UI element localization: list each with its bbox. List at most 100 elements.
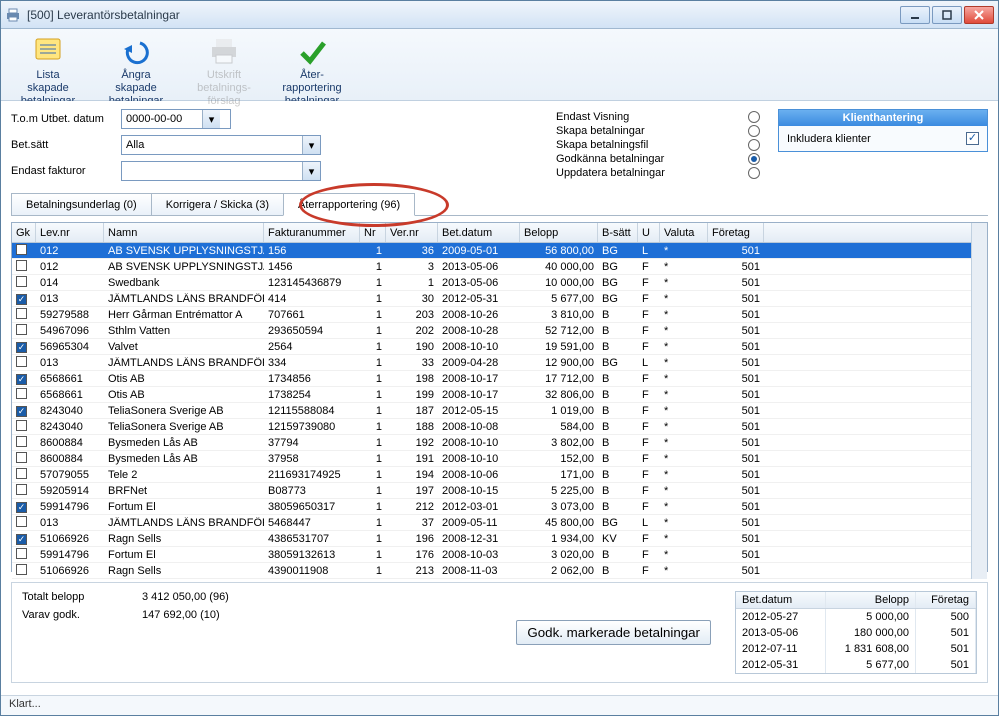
close-button[interactable] xyxy=(964,6,994,24)
filters: T.o.m Utbet. datum ▾ Bet.sätt Alla ▾ End… xyxy=(11,109,544,181)
row-checkbox[interactable] xyxy=(16,452,27,463)
row-checkbox[interactable] xyxy=(16,388,27,399)
paymethod-dropdown[interactable]: Alla ▾ xyxy=(121,135,321,155)
table-row[interactable]: 013JÄMTLANDS LÄNS BRANDFÖR4141302012-05-… xyxy=(12,291,971,307)
tab-aterrapportering[interactable]: Återrapportering (96) xyxy=(283,193,415,216)
mode-createfile-radio[interactable] xyxy=(748,139,760,151)
table-row[interactable]: 54967096Sthlm Vatten29365059412022008-10… xyxy=(12,323,971,339)
check-icon xyxy=(296,35,328,67)
row-checkbox[interactable] xyxy=(16,502,27,513)
report-payments-button[interactable]: Åter- rapportering betalningar xyxy=(277,35,347,108)
row-checkbox[interactable] xyxy=(16,516,27,527)
tab-underlag[interactable]: Betalningsunderlag (0) xyxy=(11,193,152,215)
row-checkbox[interactable] xyxy=(16,374,27,385)
approve-selected-button[interactable]: Godk. markerade betalningar xyxy=(516,620,711,645)
table-row[interactable]: 6568661Otis AB173825411992008-10-1732 80… xyxy=(12,387,971,403)
summary-row[interactable]: 2013-05-06180 000,00501 xyxy=(736,625,976,641)
grid-header[interactable]: Gk Lev.nr Namn Fakturanummer Nr Ver.nr B… xyxy=(12,223,971,243)
row-checkbox[interactable] xyxy=(16,564,27,575)
col-foretag[interactable]: Företag xyxy=(708,223,764,242)
cell-bsatt: B xyxy=(598,549,638,561)
titlebar[interactable]: [500] Leverantörsbetalningar xyxy=(1,1,998,29)
table-row[interactable]: 57079055Tele 221169317492511942008-10-06… xyxy=(12,467,971,483)
col-bsatt[interactable]: B-sätt xyxy=(598,223,638,242)
table-row[interactable]: 013JÄMTLANDS LÄNS BRANDFÖR54684471372009… xyxy=(12,515,971,531)
row-checkbox[interactable] xyxy=(16,548,27,559)
row-checkbox[interactable] xyxy=(16,294,27,305)
col-namn[interactable]: Namn xyxy=(104,223,264,242)
col-lev[interactable]: Lev.nr xyxy=(36,223,104,242)
mode-view-radio[interactable] xyxy=(748,111,760,123)
grid-body[interactable]: 012AB SVENSK UPPLYSNINGSTJÄ1561362009-05… xyxy=(12,243,971,579)
summary-row[interactable]: 2012-05-275 000,00500 xyxy=(736,609,976,625)
summary-row[interactable]: 2012-07-111 831 608,00501 xyxy=(736,641,976,657)
invoices-dropdown[interactable]: ▾ xyxy=(121,161,321,181)
col-gk[interactable]: Gk xyxy=(12,223,36,242)
table-row[interactable]: 51066926Ragn Sells439001190812132008-11-… xyxy=(12,563,971,579)
table-row[interactable]: 8243040TeliaSonera Sverige AB12115588084… xyxy=(12,403,971,419)
chevron-down-icon[interactable]: ▾ xyxy=(302,162,320,180)
table-row[interactable]: 013JÄMTLANDS LÄNS BRANDFÖR3341332009-04-… xyxy=(12,355,971,371)
row-checkbox[interactable] xyxy=(16,468,27,479)
sum-col-for[interactable]: Företag xyxy=(916,592,976,608)
row-checkbox[interactable] xyxy=(16,484,27,495)
table-row[interactable]: 014Swedbank123145436879112013-05-0610 00… xyxy=(12,275,971,291)
cell-bet: 2013-05-06 xyxy=(438,277,520,289)
tab-korrigera[interactable]: Korrigera / Skicka (3) xyxy=(151,193,284,215)
row-checkbox[interactable] xyxy=(16,324,27,335)
row-checkbox[interactable] xyxy=(16,534,27,545)
list-payments-button[interactable]: Lista skapade betalningar xyxy=(13,35,83,108)
cell-ver: 30 xyxy=(386,293,438,305)
mode-update-radio[interactable] xyxy=(748,167,760,179)
undo-payments-button[interactable]: Ångra skapade betalningar xyxy=(101,35,171,108)
row-checkbox[interactable] xyxy=(16,420,27,431)
date-input[interactable]: ▾ xyxy=(121,109,231,129)
table-row[interactable]: 8243040TeliaSonera Sverige AB12159739080… xyxy=(12,419,971,435)
cell-bsatt: B xyxy=(598,469,638,481)
grid-scrollbar[interactable] xyxy=(971,223,987,579)
table-row[interactable]: 012AB SVENSK UPPLYSNINGSTJÄ1561362009-05… xyxy=(12,243,971,259)
col-valuta[interactable]: Valuta xyxy=(660,223,708,242)
row-checkbox[interactable] xyxy=(16,260,27,271)
col-nr[interactable]: Nr xyxy=(360,223,386,242)
table-row[interactable]: 012AB SVENSK UPPLYSNINGSTJÄ1456132013-05… xyxy=(12,259,971,275)
table-row[interactable]: 59205914BRFNetB0877311972008-10-155 225,… xyxy=(12,483,971,499)
col-fakt[interactable]: Fakturanummer xyxy=(264,223,360,242)
table-row[interactable]: 51066926Ragn Sells438653170711962008-12-… xyxy=(12,531,971,547)
col-ver[interactable]: Ver.nr xyxy=(386,223,438,242)
row-checkbox[interactable] xyxy=(16,276,27,287)
col-belopp[interactable]: Belopp xyxy=(520,223,598,242)
row-checkbox[interactable] xyxy=(16,308,27,319)
table-row[interactable]: 56965304Valvet256411902008-10-1019 591,0… xyxy=(12,339,971,355)
table-row[interactable]: 59914796Fortum El3805913261311762008-10-… xyxy=(12,547,971,563)
row-checkbox[interactable] xyxy=(16,436,27,447)
cell-lev: 012 xyxy=(36,261,104,273)
col-bet[interactable]: Bet.datum xyxy=(438,223,520,242)
date-value[interactable] xyxy=(122,113,202,125)
col-u[interactable]: U xyxy=(638,223,660,242)
cell-valuta: * xyxy=(660,245,708,257)
maximize-button[interactable] xyxy=(932,6,962,24)
table-row[interactable]: 6568661Otis AB173485611982008-10-1717 71… xyxy=(12,371,971,387)
minimize-button[interactable] xyxy=(900,6,930,24)
table-row[interactable]: 59914796Fortum El3805965031712122012-03-… xyxy=(12,499,971,515)
sum-col-belopp[interactable]: Belopp xyxy=(826,592,916,608)
cell-lev: 8243040 xyxy=(36,421,104,433)
mode-create-radio[interactable] xyxy=(748,125,760,137)
summary-row[interactable]: 2012-05-315 677,00501 xyxy=(736,657,976,673)
row-checkbox[interactable] xyxy=(16,356,27,367)
cell-bsatt: BG xyxy=(598,517,638,529)
row-checkbox[interactable] xyxy=(16,342,27,353)
date-dropdown-icon[interactable]: ▾ xyxy=(202,110,220,128)
table-row[interactable]: 59279588Herr Gårman Entrémattor A7076611… xyxy=(12,307,971,323)
table-row[interactable]: 8600884Bysmeden Lås AB3795811912008-10-1… xyxy=(12,451,971,467)
include-clients-checkbox[interactable] xyxy=(966,132,979,145)
row-checkbox[interactable] xyxy=(16,244,27,255)
cell-valuta: * xyxy=(660,389,708,401)
mode-approve-radio[interactable] xyxy=(748,153,760,165)
chevron-down-icon[interactable]: ▾ xyxy=(302,136,320,154)
row-checkbox[interactable] xyxy=(16,406,27,417)
cell-belopp: 1 934,00 xyxy=(520,533,598,545)
sum-col-bet[interactable]: Bet.datum xyxy=(736,592,826,608)
table-row[interactable]: 8600884Bysmeden Lås AB3779411922008-10-1… xyxy=(12,435,971,451)
